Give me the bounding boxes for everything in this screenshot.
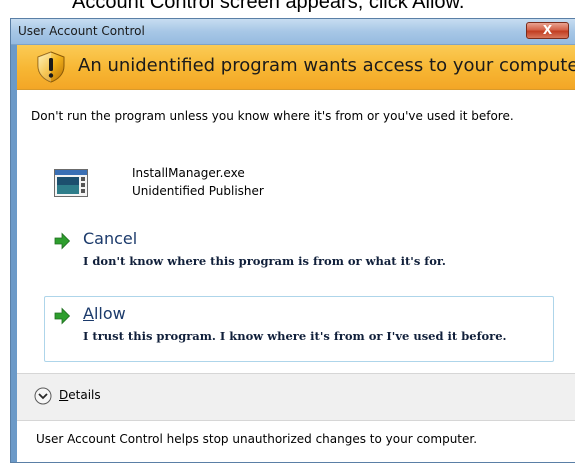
allow-description: I trust this program. I know where it's … <box>83 329 507 343</box>
instruction-text: Account Control screen appears, click Al… <box>72 0 465 13</box>
shield-warning-icon <box>37 51 65 83</box>
allow-title-rest: llow <box>93 304 126 323</box>
banner-title: An unidentified program wants access to … <box>78 55 575 76</box>
details-toggle[interactable]: Details <box>59 388 101 402</box>
uac-dialog: User Account Control X An unidentified p… <box>10 18 575 463</box>
warning-banner: An unidentified program wants access to … <box>17 45 575 90</box>
green-arrow-icon <box>54 307 71 325</box>
green-arrow-icon <box>54 232 71 250</box>
screenshot: Account Control screen appears, click Al… <box>0 0 575 463</box>
chevron-down-icon[interactable] <box>34 387 52 405</box>
details-bar: Details <box>17 373 575 421</box>
program-window-icon <box>54 169 88 197</box>
allow-title: Allow <box>83 304 126 323</box>
program-publisher: Unidentified Publisher <box>132 184 264 198</box>
cancel-option[interactable]: Cancel I don't know where this program i… <box>44 221 554 287</box>
window-title: User Account Control <box>18 24 145 38</box>
details-rest: etails <box>68 388 101 402</box>
cancel-title: Cancel <box>83 229 138 248</box>
close-button[interactable]: X <box>526 22 569 39</box>
close-icon: X <box>542 23 553 37</box>
details-hotkey: D <box>59 388 69 402</box>
allow-hotkey: A <box>83 304 94 323</box>
footer-text: User Account Control helps stop unauthor… <box>36 432 478 446</box>
cancel-description: I don't know where this program is from … <box>83 254 446 268</box>
allow-option[interactable]: Allow I trust this program. I know where… <box>44 296 554 362</box>
warning-message: Don't run the program unless you know wh… <box>31 109 514 123</box>
title-bar[interactable]: User Account Control X <box>11 19 575 45</box>
program-name: InstallManager.exe <box>132 166 245 180</box>
dialog-content: An unidentified program wants access to … <box>17 45 575 462</box>
